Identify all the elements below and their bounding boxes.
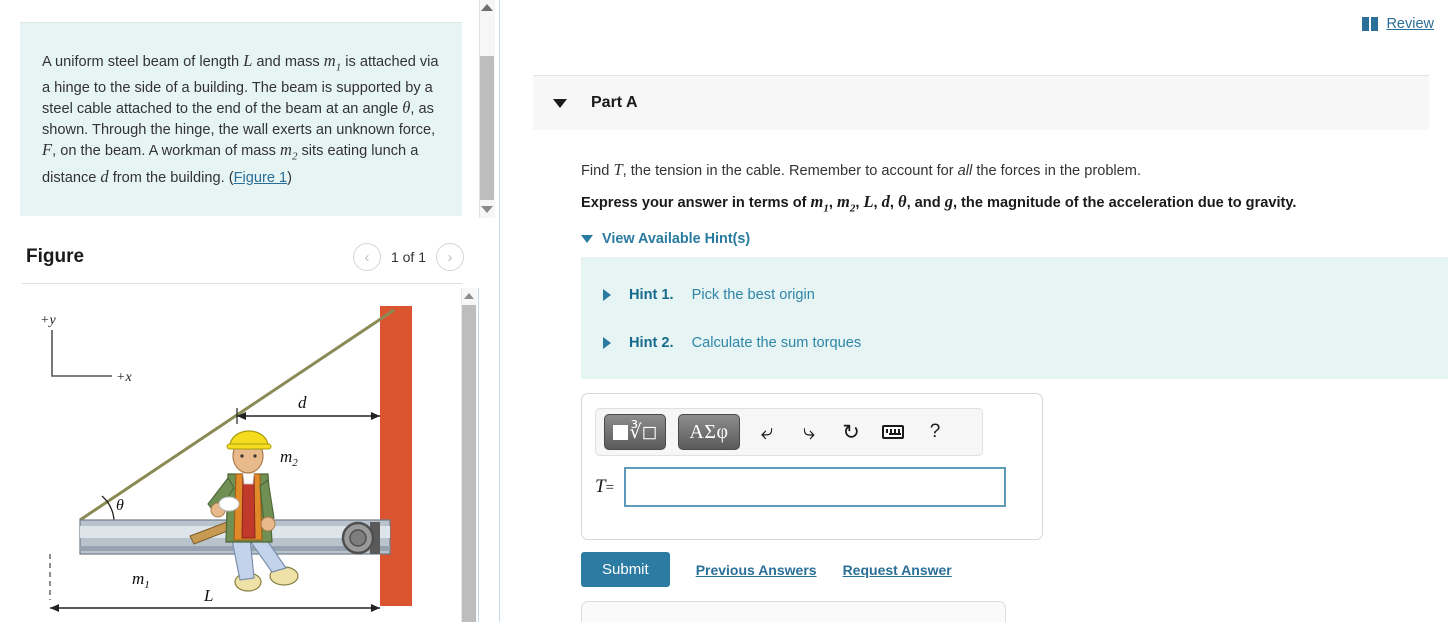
lunch-item	[218, 496, 240, 512]
hint-text: Calculate the sum torques	[691, 335, 862, 351]
workman-pants	[231, 537, 255, 581]
answer-card: ∛◻ ΑΣφ ⤶ ⤷ ↻ ? T=	[581, 393, 1043, 540]
math-template-button[interactable]: ∛◻	[604, 414, 666, 450]
submit-button[interactable]: Submit	[581, 552, 670, 587]
problem-statement-text: A uniform steel beam of length L and mas…	[42, 51, 439, 186]
view-hints-toggle[interactable]: View Available Hint(s)	[581, 231, 750, 247]
beam-diagram-svg: +y +x d θ m1 L m2	[40, 306, 412, 612]
hint-item[interactable]: Hint 1. Pick the best origin	[603, 287, 815, 303]
chevron-right-icon	[603, 337, 611, 349]
figure-image[interactable]: +y +x d θ m1 L m2	[22, 288, 462, 622]
hint-item[interactable]: Hint 2. Calculate the sum torques	[603, 335, 861, 351]
part-title: Part A	[591, 94, 638, 111]
workman-shirt	[241, 475, 256, 539]
figure-counter: 1 of 1	[390, 249, 426, 265]
sqrt-icon: ∛◻	[629, 421, 658, 443]
building-wall	[380, 306, 412, 606]
figure-prev-button[interactable]: ‹	[352, 243, 381, 271]
coordinate-axes	[51, 330, 112, 377]
request-answer-link[interactable]: Request Answer	[843, 562, 952, 578]
length-L-label: L	[203, 586, 213, 605]
figure-title: Figure	[26, 246, 85, 267]
figure-navigation: ‹ 1 of 1 ›	[352, 243, 464, 271]
mass-m2-label: m2	[280, 447, 298, 469]
reset-icon[interactable]: ↻	[836, 417, 866, 447]
square-placeholder-icon	[612, 424, 628, 440]
next-part-card	[581, 601, 1006, 622]
review-label: Review	[1386, 16, 1434, 32]
problem-scroll-down-arrow[interactable]	[481, 204, 493, 216]
part-a-header[interactable]: Part A	[533, 75, 1429, 130]
question-instruction: Express your answer in terms of m1, m2, …	[581, 192, 1297, 215]
right-panel: Review Part A Find T, the tension in the…	[500, 0, 1448, 622]
problem-statement-box: A uniform steel beam of length L and mas…	[20, 22, 462, 216]
undo-icon[interactable]: ⤶	[752, 417, 782, 447]
book-icon	[1362, 17, 1379, 31]
greek-symbols-button[interactable]: ΑΣφ	[678, 414, 740, 450]
view-hints-label: View Available Hint(s)	[602, 231, 751, 247]
mass-m1-label: m1	[132, 569, 150, 591]
question-prompt: Find T, the tension in the cable. Rememb…	[581, 160, 1142, 179]
answer-input-row: T=	[595, 467, 1007, 507]
figure-scroll-thumb[interactable]	[462, 305, 476, 622]
left-panel: A uniform steel beam of length L and mas…	[0, 0, 500, 622]
answer-variable-label: T=	[595, 476, 615, 497]
problem-page: A uniform steel beam of length L and mas…	[0, 0, 1448, 622]
redo-icon[interactable]: ⤷	[794, 417, 824, 447]
chevron-down-icon[interactable]	[553, 98, 567, 108]
math-toolbar: ∛◻ ΑΣφ ⤶ ⤷ ↻ ?	[595, 408, 983, 456]
axis-x-label: +x	[116, 370, 132, 385]
axis-y-label: +y	[40, 313, 56, 328]
previous-answers-link[interactable]: Previous Answers	[696, 562, 817, 578]
problem-scroll-up-arrow[interactable]	[481, 2, 493, 14]
chevron-right-icon	[603, 289, 611, 301]
figure-next-button[interactable]: ›	[436, 243, 464, 271]
hint-label: Hint 1.	[629, 287, 674, 303]
problem-scroll-thumb[interactable]	[480, 56, 494, 200]
review-link[interactable]: Review	[1362, 16, 1434, 32]
hints-container: Hint 1. Pick the best origin Hint 2. Cal…	[581, 257, 1448, 379]
figure-panel-border	[478, 288, 479, 622]
hint-text: Pick the best origin	[691, 287, 815, 303]
figure-scroll-up-arrow[interactable]	[462, 290, 476, 303]
greek-label: ΑΣφ	[689, 420, 729, 443]
angle-theta-label: θ	[116, 497, 124, 514]
figure-divider	[22, 283, 462, 284]
keyboard-icon[interactable]	[878, 417, 908, 447]
answer-input[interactable]	[624, 467, 1007, 507]
distance-d-label: d	[298, 393, 307, 412]
help-icon[interactable]: ?	[920, 417, 950, 447]
figure-header: Figure ‹ 1 of 1 ›	[22, 240, 482, 282]
answer-actions: Submit Previous Answers Request Answer	[581, 552, 952, 587]
hint-label: Hint 2.	[629, 335, 674, 351]
chevron-down-icon	[581, 235, 593, 243]
